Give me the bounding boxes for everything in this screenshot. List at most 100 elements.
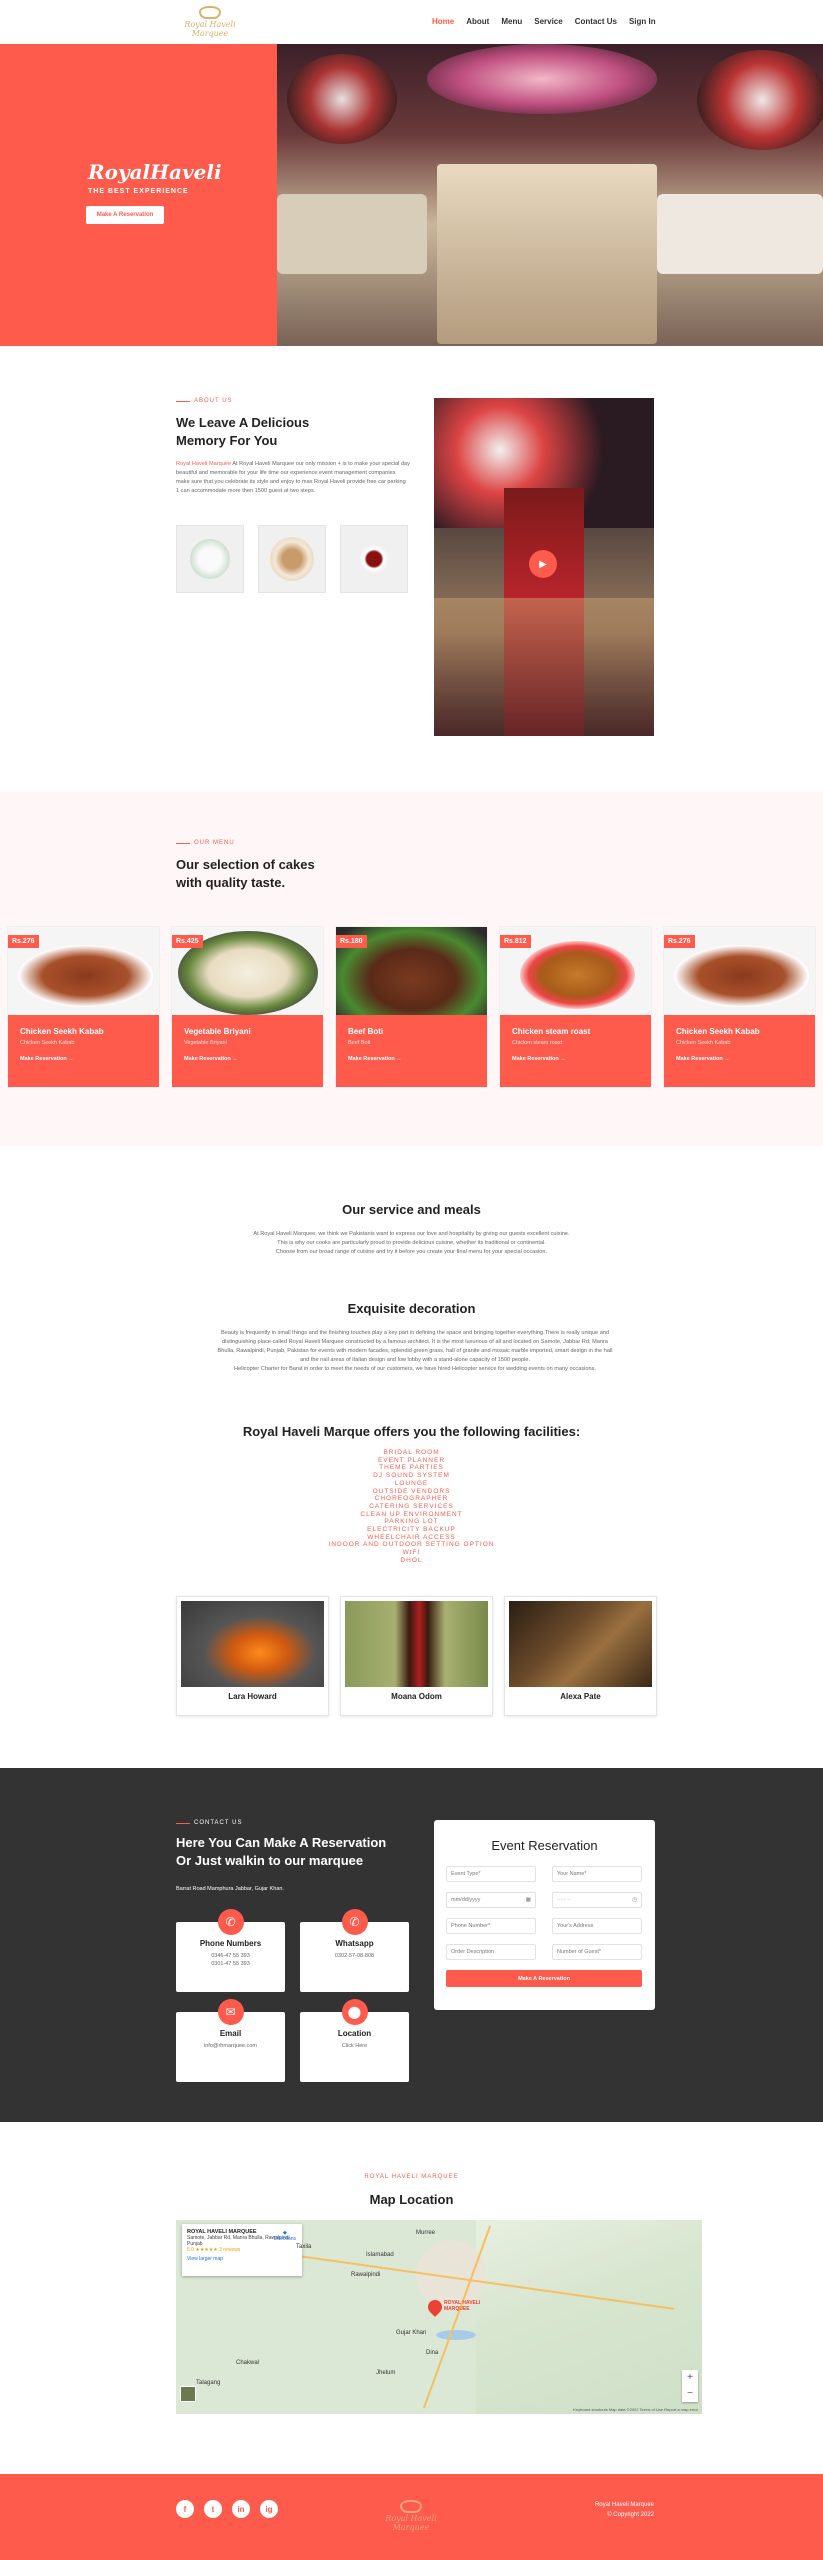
profile-name: Moana Odom: [391, 1692, 442, 1701]
card-desc: Vegetable Briyani: [184, 1040, 227, 1046]
phone-input[interactable]: Phone Number*: [446, 1918, 536, 1934]
make-reservation-button[interactable]: Make A Reservation: [446, 1970, 642, 1987]
card-reservation-link[interactable]: Make Reservation →: [664, 1056, 815, 1062]
menu-card[interactable]: Rs.276 Chicken Seekh Kabab Chicken Seekh…: [663, 926, 816, 1088]
contact-kicker-text: CONTACT US: [194, 1820, 243, 1826]
phone-icon: ✆: [217, 1909, 244, 1935]
nav-item-about[interactable]: About: [466, 17, 489, 26]
map-label: Taxila: [296, 2244, 312, 2250]
about-kicker-text: ABOUT US: [194, 398, 233, 404]
facility-item: CATERING SERVICES: [369, 1502, 454, 1510]
footer-copyright: © Copyright 2022: [607, 2512, 654, 2518]
menu-card[interactable]: Rs.276 Chicken Seekh Kabab Chicken Seekh…: [7, 926, 160, 1088]
map-label: Islamabad: [366, 2252, 394, 2258]
footer-logo[interactable]: Royal Haveli Marquee: [381, 2498, 441, 2532]
card-desc: Chicken steam roast: [512, 1040, 563, 1046]
email-icon: ✉: [217, 1999, 244, 2025]
hero-script-title: RoyalHaveli: [88, 160, 222, 184]
card-title: Vegetable Briyani: [184, 1027, 251, 1036]
event-type-select[interactable]: Event Type*: [446, 1866, 536, 1882]
time-input[interactable]: --:-- -- ◷: [552, 1892, 642, 1908]
social-links: f t in ig: [176, 2500, 278, 2518]
box-line: 0301-47 55 393: [211, 1961, 250, 1967]
name-input[interactable]: Your Name*: [552, 1866, 642, 1882]
kabab-image: Rs.276: [8, 927, 159, 1015]
menu-card[interactable]: Rs.180 Beef Boti Beef Boti Make Reservat…: [335, 926, 488, 1088]
phone-box[interactable]: ✆ Phone Numbers 0346-47 55 393 0301-47 5…: [176, 1909, 285, 1992]
nav-item-contact[interactable]: Contact Us: [575, 17, 617, 26]
contact-address: Barrat Road Mamphura Jabbar, Gujar Khan.: [176, 1886, 284, 1892]
facility-item: DHOL: [400, 1556, 423, 1564]
satellite-toggle[interactable]: [180, 2386, 196, 2402]
card-reservation-link[interactable]: Make Reservation →: [172, 1056, 323, 1062]
whatsapp-box[interactable]: ✆ Whatsapp 0302-57-08-808: [300, 1909, 409, 1992]
email-box[interactable]: ✉ Email info@rhmarquee.com: [176, 1999, 285, 2082]
zoom-out-icon[interactable]: −: [682, 2386, 698, 2402]
about-title: We Leave A Delicious Memory For You: [176, 414, 309, 450]
profile-name: Alexa Pate: [560, 1692, 601, 1701]
nav-item-signin[interactable]: Sign In: [629, 17, 656, 26]
location-box[interactable]: ⬤ Location Click Here: [300, 1999, 409, 2082]
box-line[interactable]: Click Here: [300, 2042, 409, 2050]
instagram-icon[interactable]: ig: [260, 2500, 278, 2518]
decoration-line: distinguishing place called Royal Haveli…: [222, 1339, 608, 1345]
profile-card[interactable]: Alexa Pate: [504, 1596, 657, 1716]
map-zoom-controls[interactable]: + −: [682, 2370, 698, 2402]
map-kicker: ROYAL HAVELI MARQUEE: [364, 2174, 459, 2180]
facility-item: DJ SOUND SYSTEM: [373, 1472, 450, 1480]
linkedin-icon[interactable]: in: [232, 2500, 250, 2518]
contact-title-line1: Here You Can Make A Reservation: [176, 1835, 387, 1850]
map-label: Talagang: [196, 2380, 221, 2386]
nav-item-home[interactable]: Home: [432, 17, 454, 26]
facility-item: LOUNGE: [394, 1479, 429, 1487]
google-map[interactable]: ROYAL HAVELI MARQUEE Samote, Jabbar Rd, …: [176, 2220, 702, 2414]
card-desc: Chicken Seekh Kabab: [676, 1040, 731, 1046]
order-description-input[interactable]: Order Description: [446, 1944, 536, 1960]
menu-card[interactable]: Rs.425 Vegetable Briyani Vegetable Briya…: [171, 926, 324, 1088]
card-title: Chicken Seekh Kabab: [20, 1027, 104, 1036]
crest-icon: [199, 6, 221, 19]
facebook-icon[interactable]: f: [176, 2500, 194, 2518]
hero-reservation-button[interactable]: Make A Reservation: [86, 206, 164, 224]
card-reservation-link[interactable]: Make Reservation →: [500, 1056, 651, 1062]
clock-icon[interactable]: ◷: [632, 1897, 637, 1903]
tea-thumbnail: [340, 525, 408, 593]
card-reservation-link[interactable]: Make Reservation →: [8, 1056, 159, 1062]
menu-card[interactable]: Rs.812 Chicken steam roast Chicken steam…: [499, 926, 652, 1088]
directions-button[interactable]: ◆ Directions: [274, 2230, 296, 2242]
location-pin-icon: ⬤: [341, 1999, 368, 2025]
box-line: info@rhmarquee.com: [204, 2043, 257, 2049]
contact-section: [0, 1768, 823, 2122]
profile-card[interactable]: Lara Howard: [176, 1596, 329, 1716]
about-link[interactable]: Royal Haveli Marquee: [176, 461, 231, 467]
card-reservation-link[interactable]: Make Reservation →: [336, 1056, 487, 1062]
menu-title: Our selection of cakes with quality tast…: [176, 856, 315, 892]
nav-item-service[interactable]: Service: [534, 17, 562, 26]
menu-title-line2: with quality taste.: [176, 875, 286, 890]
menu-kicker: OUR MENU: [176, 840, 235, 846]
zoom-in-icon[interactable]: +: [682, 2370, 698, 2386]
nav-item-menu[interactable]: Menu: [501, 17, 522, 26]
address-input[interactable]: Your's Address: [552, 1918, 642, 1934]
facility-item: EVENT PLANNER: [377, 1456, 446, 1464]
price-badge: Rs.812: [500, 935, 531, 948]
profile-card[interactable]: Moana Odom: [340, 1596, 493, 1716]
hero-subtitle: THE BEST EXPERIENCE: [88, 188, 189, 195]
map-label: Gujar Khan: [396, 2330, 427, 2336]
date-input[interactable]: mm/dd/yyyy ▦: [446, 1892, 536, 1908]
facility-item: PARKING LOT: [384, 1518, 439, 1526]
service-title: Our service and meals: [342, 1202, 481, 1217]
footer-brand-name: Royal Haveli Marquee: [594, 2502, 654, 2508]
calendar-icon[interactable]: ▦: [526, 1897, 531, 1903]
site-logo[interactable]: Royal Haveli Marquee: [180, 4, 240, 38]
play-icon[interactable]: ▶: [529, 550, 557, 578]
facility-item: BRIDAL ROOM: [383, 1449, 440, 1456]
twitter-icon[interactable]: t: [204, 2500, 222, 2518]
hero-panel: [0, 44, 277, 346]
wood-box-image: [509, 1601, 652, 1687]
kabab-image: Rs.276: [664, 927, 815, 1015]
bride-video-thumbnail[interactable]: ▶: [434, 398, 654, 736]
guests-input[interactable]: Number of Guest*: [552, 1944, 642, 1960]
view-larger-map-link[interactable]: View larger map: [187, 2256, 297, 2262]
map-footer-text: Keyboard shortcuts Map data ©2022 Terms …: [573, 2407, 698, 2412]
